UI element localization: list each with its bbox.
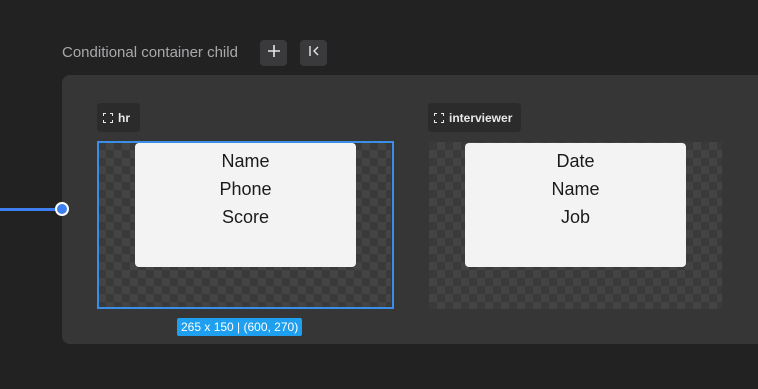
add-child-button[interactable] [260, 40, 287, 66]
connection-handle[interactable] [55, 202, 69, 216]
field-label: Name [551, 179, 600, 199]
field-label: Date [556, 151, 595, 171]
child-tag-label: interviewer [449, 110, 513, 125]
child-card-interviewer[interactable]: Date Name Job [465, 143, 686, 267]
fullscreen-icon [103, 112, 113, 123]
collapse-button[interactable] [300, 40, 327, 66]
fullscreen-icon [434, 112, 444, 123]
connection-line [0, 208, 58, 211]
child-tag-label: hr [118, 110, 130, 125]
child-tag-interviewer[interactable]: interviewer [428, 103, 521, 132]
field-label: Job [560, 207, 591, 227]
selection-size-label: 265 x 150 | (600, 270) [177, 318, 303, 336]
collapse-left-icon [306, 43, 322, 64]
container-title: Conditional container child [62, 44, 238, 61]
field-label: Phone [219, 179, 272, 199]
field-label: Name [221, 151, 270, 171]
field-label: Score [221, 207, 270, 227]
canvas: Conditional container child hr Name Phon… [0, 0, 758, 389]
child-tag-hr[interactable]: hr [97, 103, 140, 132]
child-card-hr[interactable]: Name Phone Score [135, 143, 356, 267]
plus-icon [266, 43, 282, 64]
